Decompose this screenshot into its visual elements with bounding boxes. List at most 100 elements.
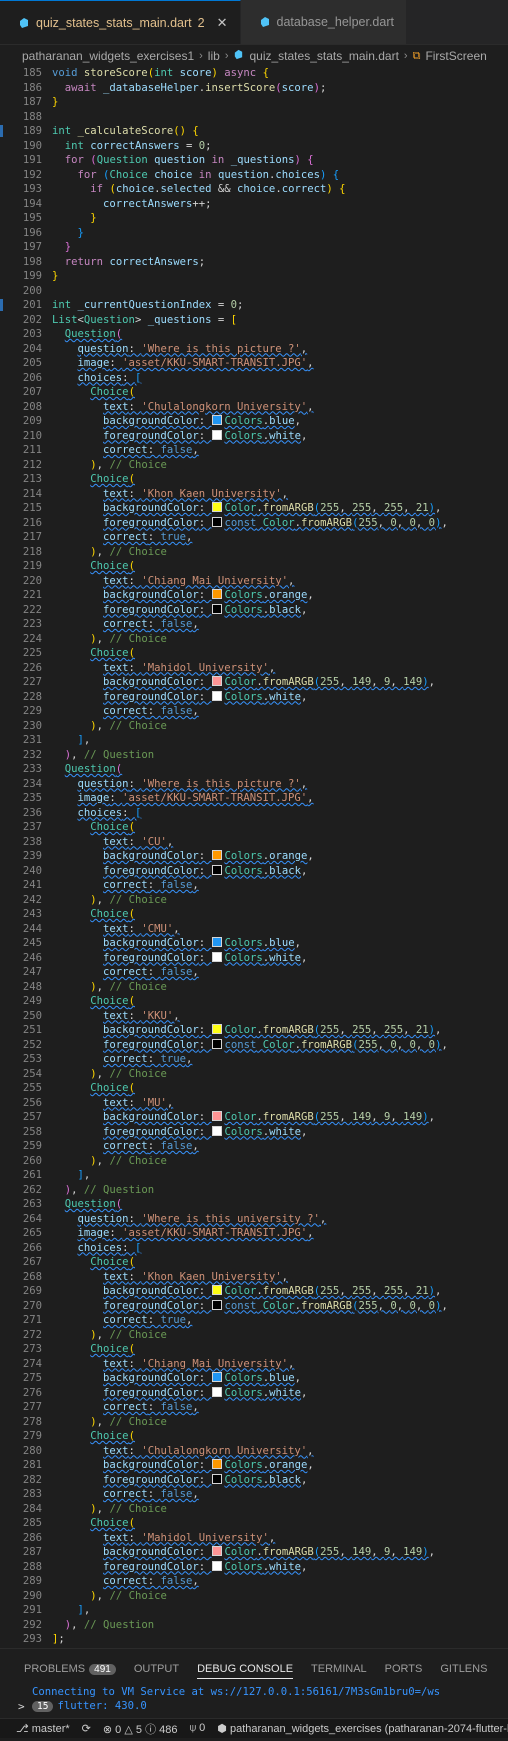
code-line[interactable]: 206 choices: [: [0, 371, 508, 386]
code-line[interactable]: 245 backgroundColor: Colors.blue,: [0, 936, 508, 951]
code-line[interactable]: 268 text: 'Khon Kaen University',: [0, 1270, 508, 1285]
console-input-prompt[interactable]: >: [18, 1700, 25, 1713]
code-line[interactable]: 263 Question(: [0, 1197, 508, 1212]
code-line[interactable]: 236 choices: [: [0, 806, 508, 821]
code-line[interactable]: 258 foregroundColor: Colors.white,: [0, 1125, 508, 1140]
code-line[interactable]: 210 foregroundColor: Colors.white,: [0, 429, 508, 444]
code-line[interactable]: 287 backgroundColor: Color.fromARGB(255,…: [0, 1545, 508, 1560]
code-line[interactable]: 202 List<Question> _questions = [: [0, 313, 508, 328]
code-line[interactable]: 223 correct: false,: [0, 617, 508, 632]
code-line[interactable]: 259 correct: false,: [0, 1139, 508, 1154]
code-line[interactable]: 248 ), // Choice: [0, 980, 508, 995]
code-line[interactable]: 185 void storeScore(int score) async {: [0, 66, 508, 81]
code-line[interactable]: 188: [0, 110, 508, 125]
code-line[interactable]: 194 correctAnswers++;: [0, 197, 508, 212]
code-line[interactable]: 221 backgroundColor: Colors.orange,: [0, 588, 508, 603]
tab-quiz-main[interactable]: quiz_states_stats_main.dart 2 ✕: [0, 0, 241, 44]
code-line[interactable]: 186 await _databaseHelper.insertScore(sc…: [0, 81, 508, 96]
tab-gitlens[interactable]: GITLENS: [440, 1659, 487, 1679]
code-line[interactable]: 231 ],: [0, 733, 508, 748]
code-line[interactable]: 190 int correctAnswers = 0;: [0, 139, 508, 154]
code-line[interactable]: 207 Choice(: [0, 385, 508, 400]
code-line[interactable]: 224 ), // Choice: [0, 632, 508, 647]
color-swatch[interactable]: [212, 1038, 223, 1049]
code-line[interactable]: 204 question: 'Where is this picture ?',: [0, 342, 508, 357]
color-swatch[interactable]: [212, 1459, 223, 1469]
code-line[interactable]: 189 int _calculateScore() {: [0, 124, 508, 139]
code-line[interactable]: 252 foregroundColor: const Color.fromARG…: [0, 1038, 508, 1053]
code-line[interactable]: 222 foregroundColor: Colors.black,: [0, 603, 508, 618]
code-line[interactable]: 291 ],: [0, 1603, 508, 1618]
code-line[interactable]: 266 choices: [: [0, 1241, 508, 1256]
code-line[interactable]: 244 text: 'CMU',: [0, 922, 508, 937]
code-line[interactable]: 280 text: 'Chulalongkorn University',: [0, 1444, 508, 1459]
problems-indicator[interactable]: ⊗ 0 △ 5 ⓘ 486: [103, 1721, 178, 1737]
code-line[interactable]: 238 text: 'CU',: [0, 835, 508, 850]
code-line[interactable]: 275 backgroundColor: Colors.blue,: [0, 1371, 508, 1386]
code-line[interactable]: 219 Choice(: [0, 559, 508, 574]
code-line[interactable]: 246 foregroundColor: Colors.white,: [0, 951, 508, 966]
code-line[interactable]: 195 }: [0, 211, 508, 226]
code-line[interactable]: 284 ), // Choice: [0, 1502, 508, 1517]
color-swatch[interactable]: [212, 415, 223, 425]
branch-indicator[interactable]: ⎇ master*: [16, 1722, 70, 1735]
code-line[interactable]: 217 correct: true,: [0, 530, 508, 545]
code-line[interactable]: 277 correct: false,: [0, 1400, 508, 1415]
code-line[interactable]: 232 ), // Question: [0, 748, 508, 763]
code-line[interactable]: 254 ), // Choice: [0, 1067, 508, 1082]
code-line[interactable]: 233 Question(: [0, 762, 508, 777]
code-line[interactable]: 240 foregroundColor: Colors.black,: [0, 864, 508, 879]
code-line[interactable]: 272 ), // Choice: [0, 1328, 508, 1343]
code-line[interactable]: 241 correct: false,: [0, 878, 508, 893]
code-line[interactable]: 253 correct: true,: [0, 1052, 508, 1067]
code-line[interactable]: 229 correct: false,: [0, 704, 508, 719]
tab-debug-console[interactable]: DEBUG CONSOLE: [197, 1659, 294, 1679]
color-swatch[interactable]: [212, 589, 223, 599]
code-line[interactable]: 261 ],: [0, 1168, 508, 1183]
code-line[interactable]: 242 ), // Choice: [0, 893, 508, 908]
code-line[interactable]: 288 foregroundColor: Colors.white,: [0, 1560, 508, 1575]
code-line[interactable]: 218 ), // Choice: [0, 545, 508, 560]
code-line[interactable]: 278 ), // Choice: [0, 1415, 508, 1430]
code-line[interactable]: 282 foregroundColor: Colors.black,: [0, 1473, 508, 1488]
tab-output[interactable]: OUTPUT: [134, 1659, 179, 1679]
code-line[interactable]: 193 if (choice.selected && choice.correc…: [0, 182, 508, 197]
code-line[interactable]: 265 image: 'asset/KKU-SMART-TRANSIT.JPG'…: [0, 1226, 508, 1241]
code-line[interactable]: 225 Choice(: [0, 646, 508, 661]
ports-indicator[interactable]: ⍦ 0: [189, 1722, 205, 1735]
code-line[interactable]: 212 ), // Choice: [0, 458, 508, 473]
code-line[interactable]: 274 text: 'Chiang Mai University',: [0, 1357, 508, 1372]
code-line[interactable]: 191 for (Question question in _questions…: [0, 153, 508, 168]
code-line[interactable]: 293];: [0, 1632, 508, 1646]
code-line[interactable]: 262 ), // Question: [0, 1183, 508, 1198]
code-line[interactable]: 267 Choice(: [0, 1255, 508, 1270]
code-line[interactable]: 264 question: 'Where is this university …: [0, 1212, 508, 1227]
gutter-change-marker[interactable]: [0, 125, 3, 137]
tab-terminal[interactable]: TERMINAL: [311, 1659, 367, 1679]
code-line[interactable]: 279 Choice(: [0, 1429, 508, 1444]
code-line[interactable]: 211 correct: false,: [0, 443, 508, 458]
code-line[interactable]: 290 ), // Choice: [0, 1589, 508, 1604]
code-line[interactable]: 237 Choice(: [0, 820, 508, 835]
color-swatch[interactable]: [212, 502, 223, 512]
code-line[interactable]: 228 foregroundColor: Colors.white,: [0, 690, 508, 705]
color-swatch[interactable]: [212, 1299, 223, 1310]
code-line[interactable]: 230 ), // Choice: [0, 719, 508, 734]
sync-icon[interactable]: ⟳: [82, 1722, 91, 1735]
gutter-change-marker[interactable]: [0, 299, 3, 311]
color-swatch[interactable]: [212, 1546, 223, 1556]
code-line[interactable]: 260 ), // Choice: [0, 1154, 508, 1169]
color-swatch[interactable]: [212, 1386, 223, 1397]
code-line[interactable]: 283 correct: false,: [0, 1487, 508, 1502]
code-line[interactable]: 276 foregroundColor: Colors.white,: [0, 1386, 508, 1401]
tab-ports[interactable]: PORTS: [385, 1659, 423, 1679]
code-line[interactable]: 292 ), // Question: [0, 1618, 508, 1633]
color-swatch[interactable]: [212, 1111, 223, 1121]
code-line[interactable]: 251 backgroundColor: Color.fromARGB(255,…: [0, 1023, 508, 1038]
code-line[interactable]: 214 text: 'Khon Kaen University',: [0, 487, 508, 502]
code-line[interactable]: 199}: [0, 269, 508, 284]
color-swatch[interactable]: [212, 1125, 223, 1136]
code-line[interactable]: 286 text: 'Mahidol University',: [0, 1531, 508, 1546]
code-line[interactable]: 227 backgroundColor: Color.fromARGB(255,…: [0, 675, 508, 690]
code-line[interactable]: 215 backgroundColor: Color.fromARGB(255,…: [0, 501, 508, 516]
